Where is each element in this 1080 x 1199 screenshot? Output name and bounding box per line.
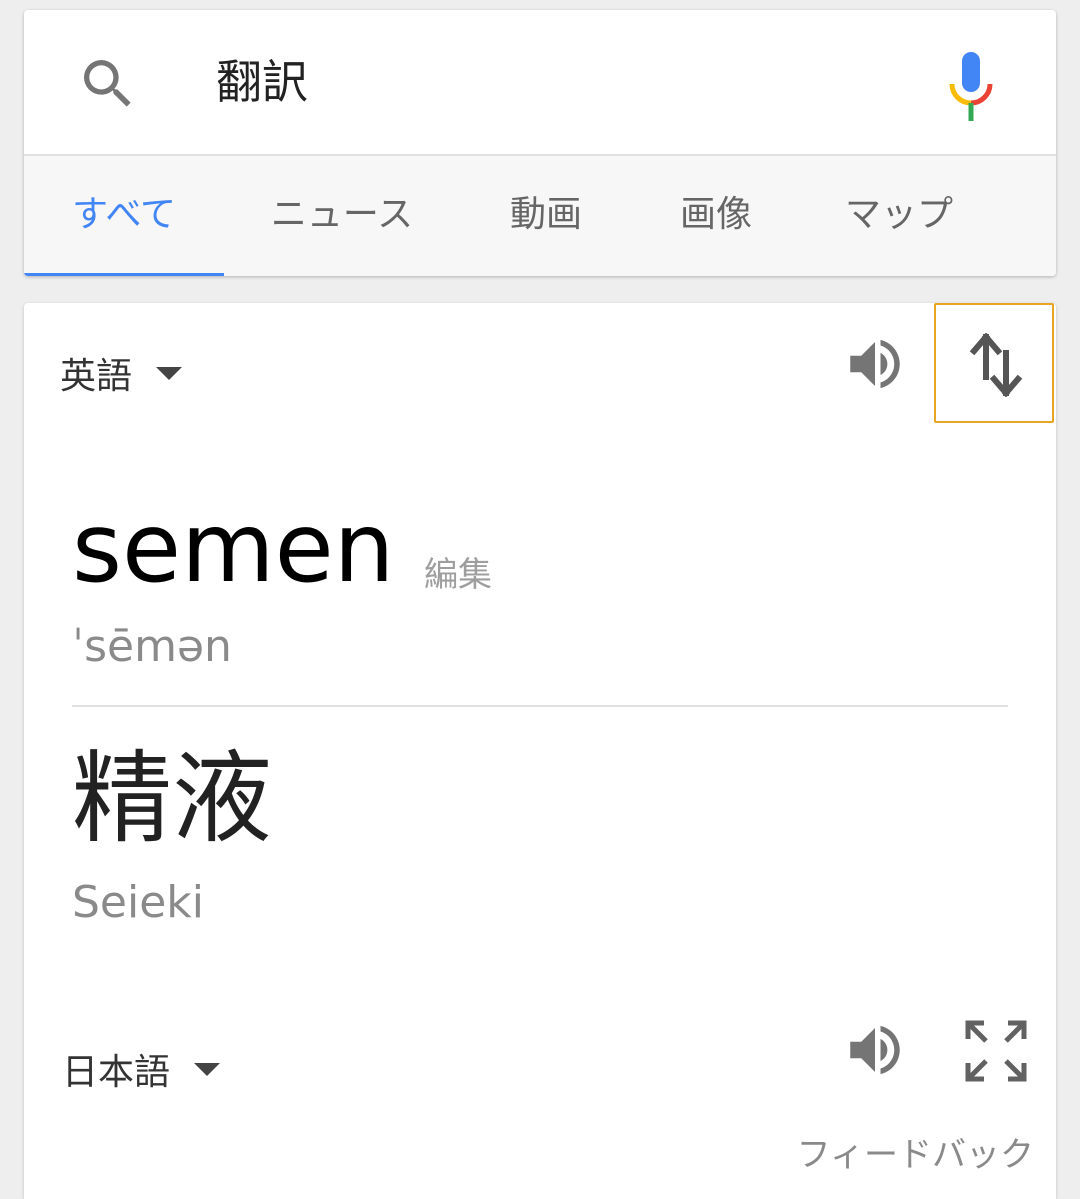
tab-maps[interactable]: マップ [814, 156, 984, 276]
target-language-label: 日本語 [62, 1052, 171, 1093]
target-language-select[interactable]: 日本語 [62, 1043, 221, 1095]
search-card: 翻訳 すべて ニュース 動画 画像 マップ [24, 10, 1056, 276]
swap-languages-icon [969, 333, 1023, 397]
tab-images[interactable]: 画像 [634, 156, 798, 276]
dropdown-caret-icon [194, 1062, 221, 1076]
translated-text: 精液 [72, 740, 272, 857]
edit-link[interactable]: 編集 [424, 547, 492, 596]
speaker-icon[interactable] [842, 331, 908, 397]
translate-card: 英語 semen 編集 ˈsēmən 精液 Seieki 日本語 フィードバック [24, 303, 1056, 1199]
pronunciation: ˈsēmən [72, 621, 232, 672]
source-language-select[interactable]: 英語 [60, 347, 183, 399]
tab-videos[interactable]: 動画 [464, 156, 628, 276]
romanization: Seieki [72, 877, 204, 928]
source-language-label: 英語 [60, 356, 133, 397]
search-input[interactable]: 翻訳 [216, 52, 308, 112]
dropdown-caret-icon [156, 366, 183, 380]
search-icon[interactable] [76, 52, 140, 116]
feedback-link[interactable]: フィードバック [797, 1127, 1034, 1176]
tab-news[interactable]: ニュース [244, 156, 440, 276]
tab-bar: すべて ニュース 動画 画像 マップ [24, 154, 1056, 276]
active-tab-indicator [24, 273, 224, 276]
swap-languages-button[interactable] [934, 303, 1054, 423]
speaker-icon[interactable] [842, 1017, 908, 1083]
tab-all[interactable]: すべて [24, 156, 224, 276]
divider [72, 705, 1008, 707]
mic-icon[interactable] [946, 50, 996, 124]
search-bar: 翻訳 [24, 10, 1056, 154]
fullscreen-icon[interactable] [964, 1019, 1028, 1083]
source-text: semen [72, 492, 395, 604]
